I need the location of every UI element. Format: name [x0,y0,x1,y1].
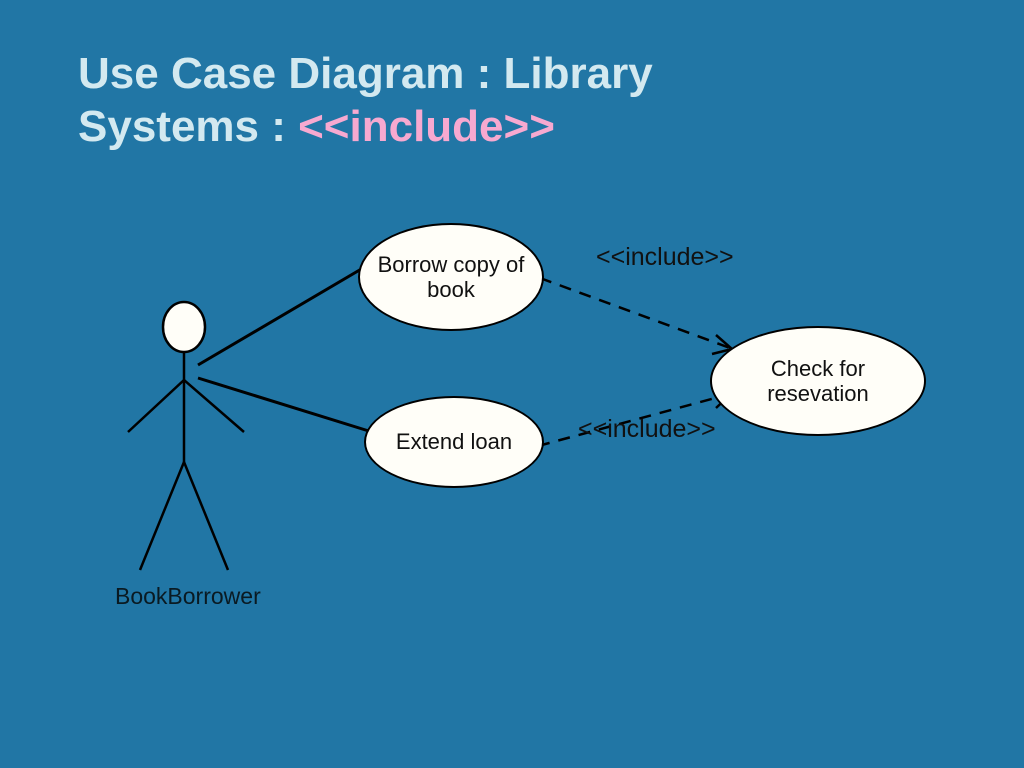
title-line2-highlight: <<include>> [298,102,555,151]
actor-label: BookBorrower [115,583,261,610]
assoc-extend [198,378,372,432]
usecase-extend: Extend loan [364,396,544,488]
usecase-borrow: Borrow copy of book [358,223,544,331]
usecase-borrow-label: Borrow copy of book [374,252,528,303]
assoc-borrow [198,258,380,365]
actor-figure [128,302,244,570]
include-label-1: <<include>> [596,243,734,272]
slide-title: Use Case Diagram : Library Systems : <<i… [78,48,653,154]
usecase-check: Check for resevation [710,326,926,436]
title-line2-prefix: Systems : [78,102,298,151]
title-line1: Use Case Diagram : Library [78,49,653,98]
usecase-extend-label: Extend loan [396,429,512,454]
usecase-check-label: Check for resevation [726,356,910,407]
include-arrow-borrow-check [540,278,732,354]
include-label-2: <<include>> [578,415,716,444]
